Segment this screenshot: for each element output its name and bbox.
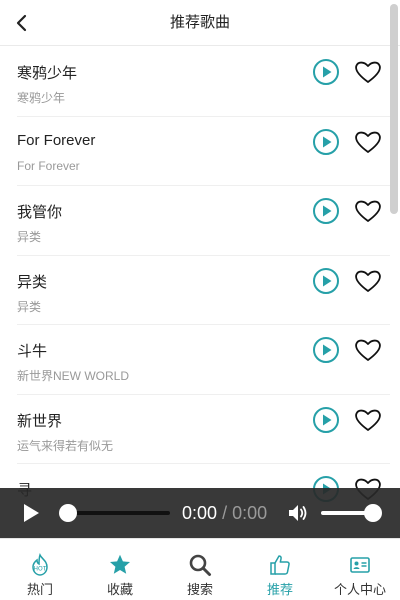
thumbs-up-icon [270, 555, 290, 575]
list-item[interactable]: 新世界 运气来得若有似无 [17, 395, 390, 464]
play-button[interactable] [312, 406, 340, 434]
tab-favorites[interactable]: 收藏 [80, 539, 160, 600]
tab-label: 个人中心 [333, 582, 386, 597]
heart-icon[interactable] [354, 336, 382, 364]
tab-bar: HOT 热门 收藏 搜索 推荐 个人中心 [0, 538, 400, 600]
song-subtitle: For Forever [17, 158, 80, 173]
list-item[interactable]: 我管你 异类 [17, 186, 390, 256]
song-title: 寒鸦少年 [17, 65, 78, 82]
song-subtitle: 异类 [17, 230, 42, 244]
search-icon [189, 554, 211, 576]
duration: 0:00 [232, 503, 268, 523]
song-title: 新世界 [17, 412, 63, 430]
song-list: 寒鸦少年 寒鸦少年 For Forever For Forever 我管你 异类… [0, 47, 400, 537]
hot-icon: HOT [32, 553, 48, 576]
song-subtitle: 运气来得若有似无 [17, 438, 114, 453]
profile-card-icon [350, 557, 370, 573]
play-button[interactable] [312, 128, 340, 156]
volume-knob[interactable] [364, 504, 382, 522]
song-subtitle: 寒鸦少年 [17, 91, 66, 105]
progress-slider[interactable] [59, 504, 170, 522]
header: 推荐歌曲 [0, 0, 400, 46]
list-item[interactable]: For Forever For Forever [17, 117, 390, 186]
tab-profile[interactable]: 个人中心 [320, 539, 400, 600]
song-title: 我管你 [17, 204, 63, 221]
heart-icon[interactable] [354, 267, 382, 295]
play-button[interactable] [312, 58, 340, 86]
time-separator: / [222, 503, 228, 523]
tab-recommend[interactable]: 推荐 [240, 539, 320, 600]
heart-icon[interactable] [354, 197, 382, 225]
tab-label: 搜索 [186, 582, 213, 597]
tab-label: 收藏 [106, 582, 133, 597]
page-title: 推荐歌曲 [169, 14, 230, 31]
play-icon[interactable] [20, 502, 42, 524]
audio-player: 0:00 / 0:00 [0, 488, 400, 538]
volume-icon[interactable] [287, 502, 309, 524]
svg-text:HOT: HOT [34, 566, 47, 573]
time-display: 0:00 / 0:00 [182, 503, 267, 524]
play-button[interactable] [312, 197, 340, 225]
list-item[interactable]: 斗牛 新世界NEW WORLD [17, 325, 390, 395]
progress-knob[interactable] [59, 504, 77, 522]
heart-icon[interactable] [354, 128, 382, 156]
play-button[interactable] [312, 267, 340, 295]
star-icon [110, 554, 130, 574]
heart-icon[interactable] [354, 58, 382, 86]
song-subtitle: 新世界NEW WORLD [17, 369, 129, 383]
heart-icon[interactable] [354, 406, 382, 434]
volume-slider[interactable] [321, 504, 382, 522]
tab-label: 热门 [26, 582, 53, 597]
song-title: For Forever [17, 131, 96, 149]
play-button[interactable] [312, 336, 340, 364]
song-title: 异类 [17, 273, 48, 291]
song-subtitle: 异类 [17, 299, 42, 314]
current-time: 0:00 [182, 503, 218, 523]
list-item[interactable]: 寒鸦少年 寒鸦少年 [17, 47, 390, 117]
tab-hot[interactable]: HOT 热门 [0, 539, 80, 600]
tab-search[interactable]: 搜索 [160, 539, 240, 600]
list-item[interactable]: 异类 异类 [17, 256, 390, 325]
tab-label: 推荐 [266, 582, 293, 597]
song-title: 斗牛 [17, 343, 48, 360]
